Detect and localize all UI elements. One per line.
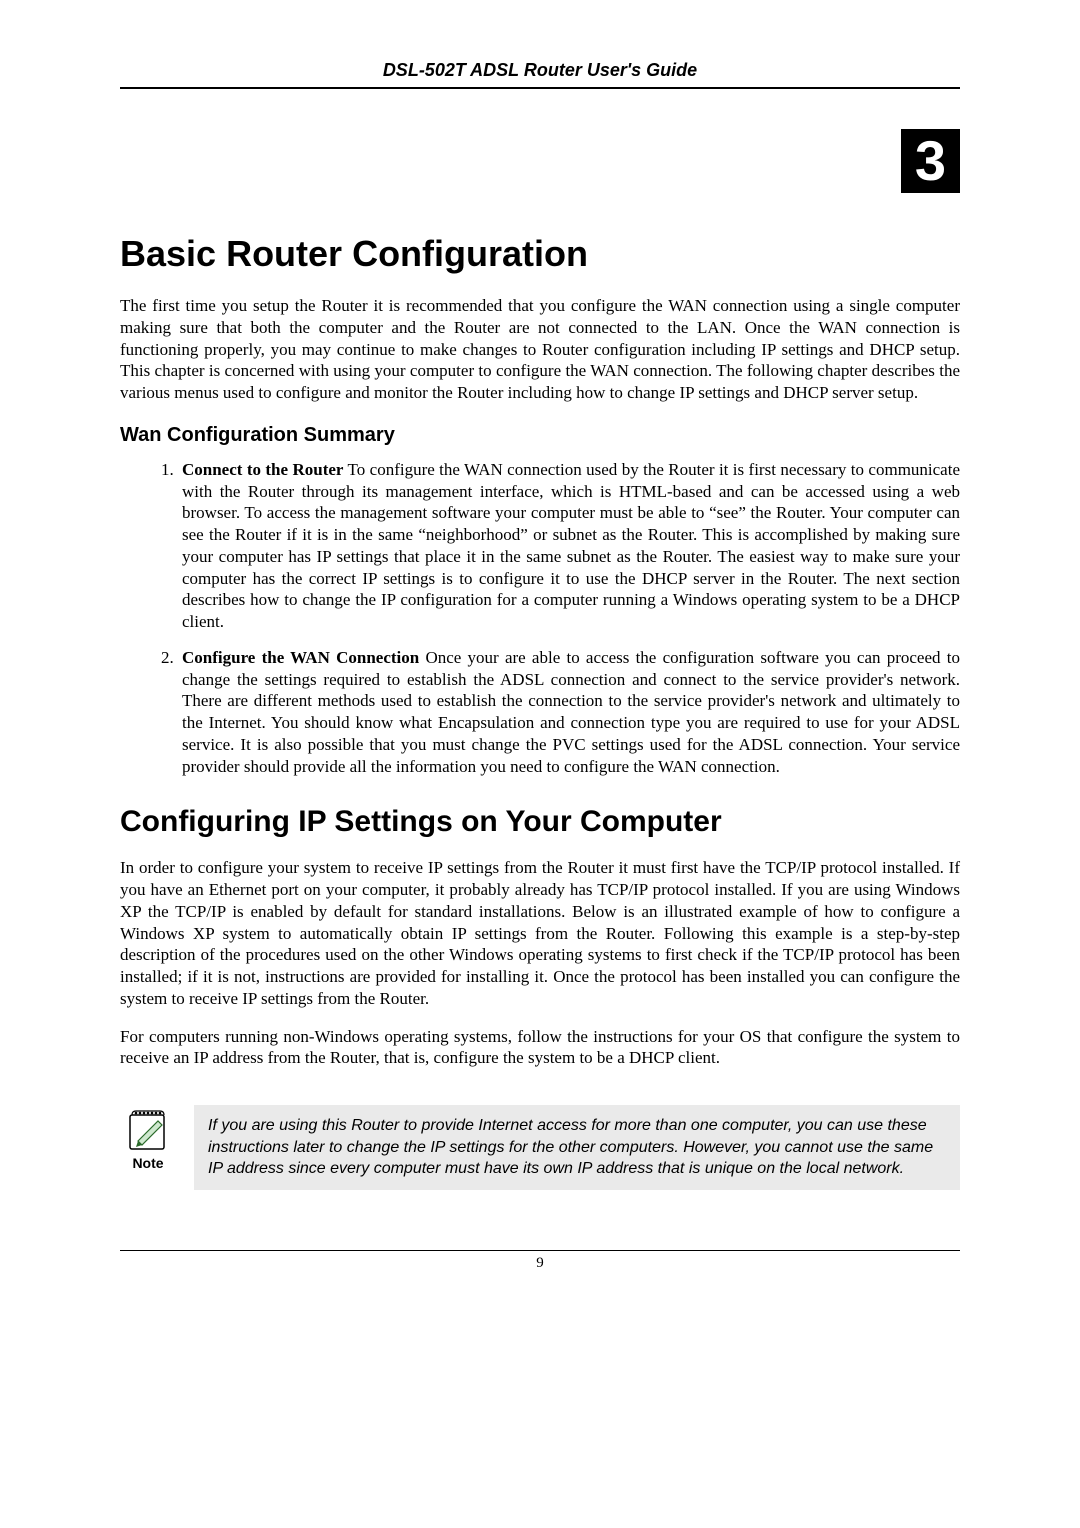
note-label: Note xyxy=(120,1155,176,1171)
list-item: Configure the WAN Connection Once your a… xyxy=(178,647,960,778)
list-item-bold: Configure the WAN Connection xyxy=(182,648,419,667)
ip-section-paragraph-1: In order to configure your system to rec… xyxy=(120,857,960,1009)
note-text: If you are using this Router to provide … xyxy=(194,1105,960,1190)
wan-summary-heading: Wan Configuration Summary xyxy=(120,424,960,447)
chapter-title: Basic Router Configuration xyxy=(120,233,960,275)
list-item: Connect to the Router To configure the W… xyxy=(178,459,960,633)
list-item-text: To configure the WAN connection used by … xyxy=(182,460,960,631)
list-item-bold: Connect to the Router xyxy=(182,460,343,479)
page: DSL-502T ADSL Router User's Guide 3 Basi… xyxy=(0,0,1080,1312)
notepad-icon xyxy=(124,1105,172,1153)
note-icon-block: Note xyxy=(120,1105,176,1171)
wan-summary-list: Connect to the Router To configure the W… xyxy=(120,459,960,778)
page-footer: 9 xyxy=(120,1250,960,1272)
page-number: 9 xyxy=(536,1255,544,1271)
chapter-intro-paragraph: The first time you setup the Router it i… xyxy=(120,295,960,404)
document-header: DSL-502T ADSL Router User's Guide xyxy=(120,60,960,89)
ip-section-paragraph-2: For computers running non-Windows operat… xyxy=(120,1026,960,1070)
ip-section-heading: Configuring IP Settings on Your Computer xyxy=(120,805,960,839)
note-block: Note If you are using this Router to pro… xyxy=(120,1105,960,1190)
chapter-number-badge: 3 xyxy=(901,129,960,193)
